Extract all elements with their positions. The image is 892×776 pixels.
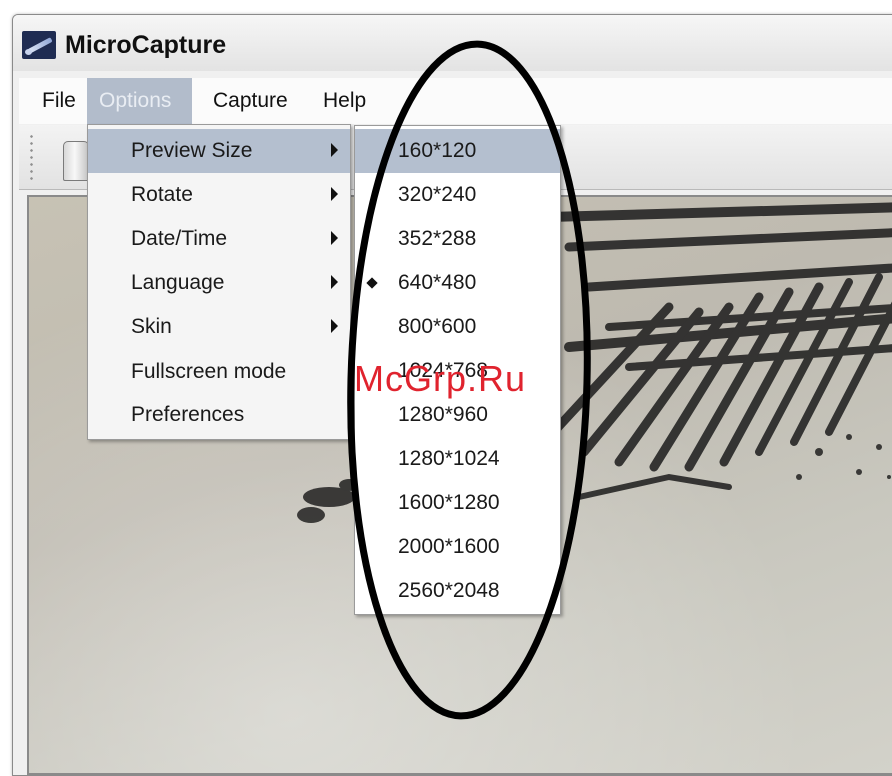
menu-file[interactable]: File [30, 78, 88, 124]
option-label: 1600*1280 [398, 491, 500, 514]
preview-size-option[interactable]: 2000*1600 [355, 525, 560, 569]
preview-size-option[interactable]: 352*288 [355, 217, 560, 261]
options-dropdown-menu: Preview Size Rotate Date/Time Language S… [87, 124, 351, 440]
option-label: 160*120 [398, 139, 477, 162]
submenu-arrow-icon [331, 143, 338, 157]
preview-size-option-selected[interactable]: 640*480 [355, 261, 560, 305]
microscope-icon [22, 31, 56, 59]
watermark-text: McGrp.Ru [354, 358, 527, 399]
option-label: 2000*1600 [398, 535, 500, 558]
menu-options[interactable]: Options [87, 78, 192, 124]
menu-item-label: Skin [131, 315, 172, 338]
menu-item-label: Preview Size [131, 139, 253, 162]
menu-item-label: Rotate [131, 183, 193, 206]
menu-item-label: Preferences [131, 403, 245, 426]
preview-size-option[interactable]: 1600*1280 [355, 481, 560, 525]
menu-capture[interactable]: Capture [201, 78, 300, 124]
preview-size-option[interactable]: 320*240 [355, 173, 560, 217]
submenu-arrow-icon [331, 319, 338, 333]
preview-size-option[interactable]: 160*120 [355, 129, 560, 173]
menu-item-label: Date/Time [131, 227, 228, 250]
menu-bar: File Options Capture Help [19, 78, 892, 124]
window-title: MicroCapture [65, 31, 227, 59]
camera-icon[interactable] [63, 141, 89, 181]
option-label: 2560*2048 [398, 579, 500, 602]
option-label: 1280*1024 [398, 447, 500, 470]
preview-size-option[interactable]: 1280*1024 [355, 437, 560, 481]
menu-item-fullscreen-mode[interactable]: Fullscreen mode [88, 350, 350, 394]
preview-size-option[interactable]: 800*600 [355, 305, 560, 349]
submenu-arrow-icon [331, 231, 338, 245]
option-label: 640*480 [398, 271, 477, 294]
option-label: 352*288 [398, 227, 477, 250]
bullet-icon [366, 277, 378, 289]
menu-item-rotate[interactable]: Rotate [88, 173, 350, 217]
toolbar-grip-handle[interactable] [30, 133, 33, 181]
preview-size-option[interactable]: 2560*2048 [355, 569, 560, 613]
title-bar[interactable]: MicroCapture [13, 15, 892, 71]
menu-item-date-time[interactable]: Date/Time [88, 217, 350, 261]
option-label: 320*240 [398, 183, 477, 206]
submenu-arrow-icon [331, 187, 338, 201]
option-label: 800*600 [398, 315, 477, 338]
menu-item-preview-size[interactable]: Preview Size [88, 129, 350, 173]
submenu-arrow-icon [331, 275, 338, 289]
menu-item-skin[interactable]: Skin [88, 305, 350, 349]
menu-item-label: Fullscreen mode [131, 360, 287, 383]
menu-help[interactable]: Help [311, 78, 378, 124]
menu-item-preferences[interactable]: Preferences [88, 393, 350, 437]
menu-item-label: Language [131, 271, 225, 294]
option-label: 1280*960 [398, 403, 488, 426]
menu-item-language[interactable]: Language [88, 261, 350, 305]
